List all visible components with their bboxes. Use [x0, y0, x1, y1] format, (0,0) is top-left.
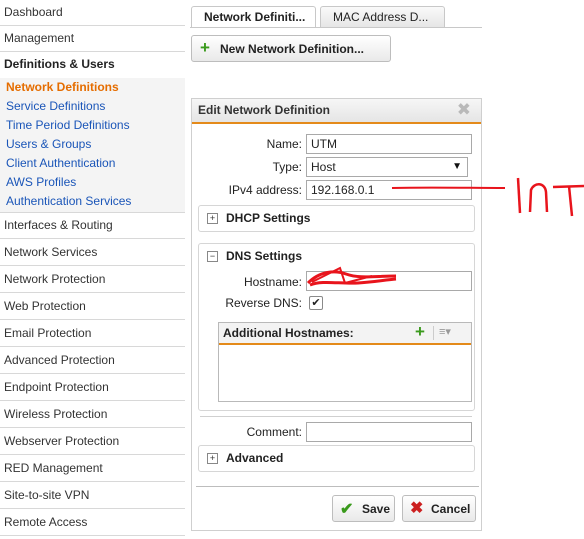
dhcp-settings-header[interactable]: + DHCP Settings [207, 209, 310, 227]
tab-network-definitions[interactable]: Network Definiti... [191, 6, 316, 28]
annotation-handwritten-text [516, 177, 584, 217]
subnav-item-authentication-services[interactable]: Authentication Services [6, 192, 131, 210]
expand-plus-icon: + [207, 213, 218, 224]
checkmark-icon: ✔ [340, 501, 354, 518]
sidebar-subnav: Network Definitions Service Definitions … [0, 78, 185, 212]
hostname-input[interactable] [306, 271, 472, 291]
ipv4-address-input[interactable]: 192.168.0.1 [306, 180, 472, 200]
cancel-button[interactable]: ✖ Cancel [402, 495, 476, 522]
sidebar-item-network-protection[interactable]: Network Protection [0, 267, 185, 293]
edit-network-definition-dialog: Edit Network Definition ✖ Name: UTM Type… [191, 98, 482, 531]
tab-mac-address-definitions[interactable]: MAC Address D... [320, 6, 445, 27]
advanced-label: Advanced [226, 451, 284, 465]
sidebar-item-wireless-protection[interactable]: Wireless Protection [0, 402, 185, 428]
type-select[interactable]: Host ▼ [306, 157, 468, 177]
comment-label: Comment: [246, 425, 302, 439]
list-menu-icon[interactable]: ≡▾ [439, 325, 451, 338]
new-network-definition-button[interactable]: + New Network Definition... [191, 35, 391, 62]
dhcp-settings-group: + DHCP Settings [198, 205, 475, 232]
sidebar-item-remote-access[interactable]: Remote Access [0, 510, 185, 536]
reverse-dns-checkbox[interactable]: ✔ [309, 296, 323, 310]
sidebar-item-management[interactable]: Management [0, 26, 185, 52]
type-select-value: Host [311, 160, 336, 174]
sidebar-item-red-management[interactable]: RED Management [0, 456, 185, 482]
add-hostname-icon[interactable]: + [415, 322, 425, 342]
collapse-minus-icon: − [207, 251, 218, 262]
cancel-x-icon: ✖ [410, 500, 424, 517]
sidebar-item-site-to-site-vpn[interactable]: Site-to-site VPN [0, 483, 185, 509]
cancel-label: Cancel [431, 502, 471, 516]
dns-settings-label: DNS Settings [226, 249, 303, 263]
subnav-item-aws-profiles[interactable]: AWS Profiles [6, 173, 76, 191]
name-label: Name: [266, 137, 302, 151]
sidebar-item-web-protection[interactable]: Web Protection [0, 294, 185, 320]
expand-plus-icon: + [207, 453, 218, 464]
dhcp-settings-label: DHCP Settings [226, 211, 311, 225]
comment-input[interactable] [306, 422, 472, 442]
save-button[interactable]: ✔ Save [332, 495, 395, 522]
sidebar-item-advanced-protection[interactable]: Advanced Protection [0, 348, 185, 374]
type-label: Type: [272, 160, 302, 174]
sidebar-item-dashboard[interactable]: Dashboard [0, 0, 185, 26]
subnav-item-service-definitions[interactable]: Service Definitions [6, 97, 105, 115]
plus-icon: + [200, 38, 210, 57]
dialog-header: Edit Network Definition ✖ [192, 99, 481, 124]
hostname-label: Hostname: [243, 275, 302, 289]
save-label: Save [362, 502, 391, 516]
sidebar-item-endpoint-protection[interactable]: Endpoint Protection [0, 375, 185, 401]
subnav-item-users-groups[interactable]: Users & Groups [6, 135, 91, 153]
sidebar: Dashboard Management Definitions & Users… [0, 0, 185, 539]
sidebar-section-definitions-users[interactable]: Definitions & Users [0, 52, 185, 78]
additional-hostnames-header: Additional Hostnames: + ≡▾ [219, 322, 471, 345]
ipv4-address-label: IPv4 address: [228, 183, 302, 197]
close-icon[interactable]: ✖ [457, 100, 471, 120]
dialog-divider [200, 416, 472, 417]
sidebar-item-email-protection[interactable]: Email Protection [0, 321, 185, 347]
sidebar-item-network-services[interactable]: Network Services [0, 240, 185, 266]
dialog-title: Edit Network Definition [198, 103, 330, 117]
name-input[interactable]: UTM [306, 134, 472, 154]
subnav-item-time-period-definitions[interactable]: Time Period Definitions [6, 116, 130, 134]
advanced-group: + Advanced [198, 445, 475, 472]
header-separator [433, 326, 434, 340]
subnav-item-network-definitions[interactable]: Network Definitions [6, 78, 119, 96]
advanced-header[interactable]: + Advanced [207, 449, 283, 467]
sidebar-item-webserver-protection[interactable]: Webserver Protection [0, 429, 185, 455]
dns-settings-header[interactable]: − DNS Settings [207, 247, 302, 265]
tab-underline [190, 27, 482, 28]
dropdown-arrow-icon: ▼ [452, 161, 462, 172]
additional-hostnames-box: Additional Hostnames: + ≡▾ [218, 322, 472, 402]
reverse-dns-label: Reverse DNS: [225, 296, 302, 310]
additional-hostnames-label: Additional Hostnames: [223, 326, 354, 340]
subnav-item-client-authentication[interactable]: Client Authentication [6, 154, 115, 172]
new-network-definition-label: New Network Definition... [220, 42, 365, 56]
sidebar-item-interfaces-routing[interactable]: Interfaces & Routing [0, 213, 185, 239]
dialog-footer-divider [196, 486, 479, 487]
